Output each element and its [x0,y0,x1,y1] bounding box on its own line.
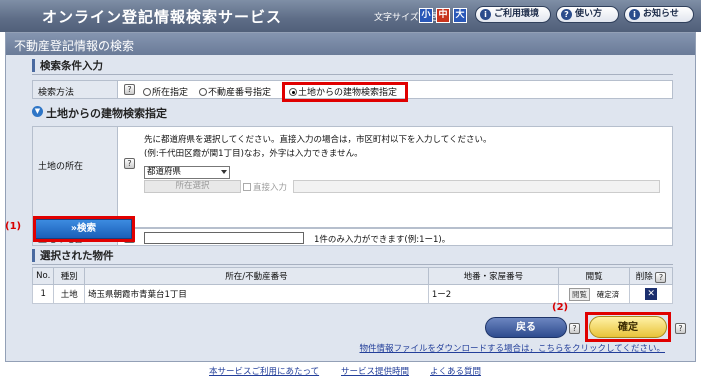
browse-button[interactable]: 閲覧 [569,287,591,301]
highlight-box-method [282,82,408,102]
lot-number-note: 1件のみ入力ができます(例:1ー1)。 [314,235,451,245]
land-location-row: 土地の所在 ? 先に都道府県を選択してください。直接入力の場合は，市区町村以下を… [32,126,673,228]
radio-location-label: 所在指定 [152,88,189,98]
help-question-icon[interactable]: ? [569,323,580,334]
cell-no: 1 [31,284,55,304]
chevron-down-icon: ▼ [32,106,43,117]
delete-button[interactable]: ✕ [645,288,658,300]
land-location-label: 土地の所在 [33,127,118,227]
font-size-large-button[interactable]: 大 [453,8,467,23]
environment-button[interactable]: i ご利用環境 [475,6,551,23]
font-size-medium-button[interactable]: 中 [436,8,450,23]
col-no: No. [31,267,55,285]
info-icon: i [629,9,640,20]
cell-location: 埼玉県朝霞市青葉台1丁目 [84,284,429,304]
news-button[interactable]: i お知らせ [624,6,694,23]
panel-title: 不動産登記情報の検索 [6,33,695,55]
browse-status: 確定済 [596,289,620,299]
footer-link-hours[interactable]: サービス提供時間 [341,365,409,377]
col-browse: 閲覧 [558,267,631,285]
header-bar: オンライン登記情報検索サービス 文字サイズ変更 小 中 大 i ご利用環境 ? … [0,0,701,32]
download-link[interactable]: 物件情報ファイルをダウンロードする場合は，こちらをクリックしてください。 [360,342,666,354]
news-label: お知らせ [643,9,679,19]
radio-property-number-label: 不動産番号指定 [208,88,272,98]
table-header-row: No. 種別 所在/不動産番号 地番・家屋番号 閲覧 削除 ? [31,267,673,285]
help-label: 使い方 [575,9,603,19]
table-row: 1 土地 埼玉県朝霞市青葉台1丁目 1ー2 閲覧 確定済 ✕ [31,284,673,304]
question-icon: ? [561,9,572,20]
radio-circle [143,88,151,96]
marker-2: (2) [552,302,569,313]
direct-input-field[interactable] [293,180,660,193]
chevron-down-icon [221,170,227,174]
back-button[interactable]: 戻る [485,317,567,338]
col-browse-label: 閲覧 [585,272,603,282]
info-icon: i [480,9,491,20]
col-location: 所在/不動産番号 [84,267,429,285]
direct-input-checkbox-label: 直接入力 [253,183,288,193]
highlight-box-confirm [585,312,671,342]
col-delete: 削除 ? [629,267,673,285]
location-select-button[interactable]: 所在選択 [144,180,241,193]
cell-browse: 閲覧 確定済 [558,284,631,304]
direct-input-checkbox[interactable]: 直接入力 [243,181,287,193]
cell-type: 土地 [53,284,85,304]
search-panel: 不動産登記情報の検索 検索条件入力 検索方法 ? 所在指定 不動産番号指定 土地… [5,32,696,362]
subsection-title: 土地からの建物検索指定 [46,107,167,120]
prefecture-select-value: 都道府県 [147,167,182,177]
font-size-small-button[interactable]: 小 [419,8,433,23]
col-delete-label: 削除 [635,271,653,282]
location-note-line2: (例:千代田区霞が関1丁目)なお，外字は入力できません。 [144,149,363,159]
subsection-heading: ▼ 土地からの建物検索指定 [32,105,673,121]
col-type: 種別 [53,267,85,285]
col-lot: 地番・家屋番号 [427,267,560,285]
footer-link-terms[interactable]: 本サービスご利用にあたって [209,365,319,377]
help-question-icon[interactable]: ? [655,271,667,283]
radio-circle [199,88,207,96]
marker-1: (1) [5,221,22,232]
highlight-box-search [33,216,135,242]
cell-delete: ✕ [629,284,673,304]
radio-property-number[interactable]: 不動産番号指定 [199,85,271,98]
section-selected-heading: 選択された物件 [32,248,673,265]
site-title: オンライン登記情報検索サービス [42,8,283,26]
section-conditions-heading: 検索条件入力 [32,58,673,75]
help-question-icon[interactable]: ? [124,84,135,95]
help-question-icon[interactable]: ? [675,323,686,334]
prefecture-select[interactable]: 都道府県 [144,166,230,179]
search-method-label: 検索方法 [33,81,118,98]
help-button[interactable]: ? 使い方 [556,6,619,23]
lot-number-input[interactable] [144,232,304,244]
help-question-icon[interactable]: ? [124,158,135,169]
selected-items-table: No. 種別 所在/不動産番号 地番・家屋番号 閲覧 削除 ? 1 土地 埼玉県… [31,267,673,304]
environment-label: ご利用環境 [494,9,540,19]
footer-link-faq[interactable]: よくある質問 [430,365,481,377]
cell-lot: 1ー2 [427,284,560,304]
radio-location[interactable]: 所在指定 [143,85,188,98]
checkbox-box [243,183,251,191]
location-note-line1: 先に都道府県を選択してください。直接入力の場合は，市区町村以下を入力してください… [144,135,492,145]
